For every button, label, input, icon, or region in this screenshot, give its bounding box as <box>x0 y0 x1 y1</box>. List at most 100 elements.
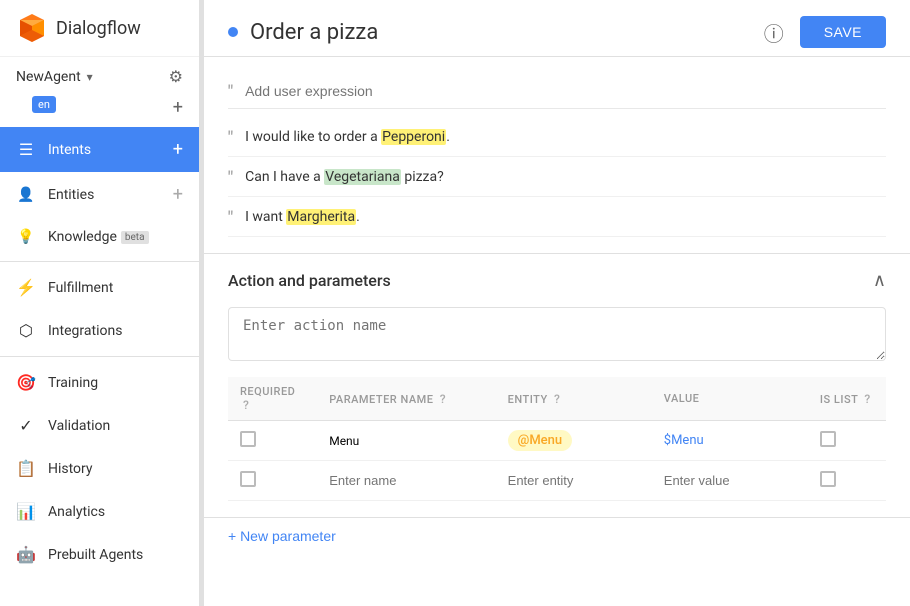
sidebar-item-entities[interactable]: 👤 Entities + <box>0 172 199 217</box>
sidebar-item-history-label: History <box>48 461 183 477</box>
entity-tag-1[interactable]: @Menu <box>508 430 572 451</box>
dropdown-arrow-icon[interactable]: ▾ <box>87 70 93 84</box>
table-row-1: Menu @Menu $Menu <box>228 421 886 461</box>
action-name-input[interactable] <box>228 307 886 361</box>
sidebar-item-fulfillment-label: Fulfillment <box>48 280 183 296</box>
highlight-pepperoni: Pepperoni <box>381 129 446 145</box>
add-lang-button[interactable]: + <box>173 97 183 118</box>
th-entity: ENTITY ? <box>496 377 652 421</box>
fulfillment-icon: ⚡ <box>16 278 36 297</box>
expression-text-1: I would like to order a Pepperoni. <box>245 129 450 145</box>
gear-icon[interactable]: ⚙ <box>169 67 183 86</box>
logo-text: Dialogflow <box>56 18 141 39</box>
sidebar-item-fulfillment[interactable]: ⚡ Fulfillment <box>0 266 199 309</box>
entities-icon: 👤 <box>16 187 36 203</box>
sidebar-item-entities-label: Entities <box>48 187 173 203</box>
required-checkbox-2[interactable] <box>240 471 256 487</box>
content-area: " " I would like to order a Pepperoni. "… <box>204 57 910 606</box>
sidebar-item-training[interactable]: 🎯 Training <box>0 361 199 404</box>
sidebar-item-knowledge-label: Knowledgebeta <box>48 229 183 245</box>
param-name-help-icon[interactable]: ? <box>440 392 446 406</box>
training-icon: 🎯 <box>16 373 36 392</box>
lang-badge[interactable]: en <box>32 96 56 113</box>
value-link-1[interactable]: $Menu <box>664 433 704 448</box>
th-value: VALUE <box>652 377 808 421</box>
info-icon[interactable]: ⓘ <box>764 18 784 47</box>
quote-icon-2: " <box>228 167 233 186</box>
parameters-table: REQUIRED ? PARAMETER NAME ? ENTITY ? V <box>228 377 886 501</box>
action-section: Action and parameters ∧ REQUIRED ? PARAM… <box>204 254 910 517</box>
sidebar-item-validation[interactable]: ✓ Validation <box>0 404 199 447</box>
beta-badge: beta <box>121 231 149 244</box>
sidebar-divider-2 <box>0 356 199 357</box>
top-bar: Order a pizza ⓘ SAVE <box>204 0 910 57</box>
analytics-icon: 📊 <box>16 502 36 521</box>
new-parameter-button[interactable]: + New parameter <box>228 528 336 544</box>
sidebar-item-training-label: Training <box>48 375 183 391</box>
quote-icon: " <box>228 81 233 100</box>
expression-text-2: Can I have a Vegetariana pizza? <box>245 169 444 185</box>
td-islist-1 <box>808 421 886 461</box>
td-value-2 <box>652 461 808 501</box>
table-header-row: REQUIRED ? PARAMETER NAME ? ENTITY ? V <box>228 377 886 421</box>
active-status-dot <box>228 27 238 37</box>
td-entity-2 <box>496 461 652 501</box>
td-required-2 <box>228 461 317 501</box>
highlight-margherita: Margherita <box>286 209 356 225</box>
islist-help-icon[interactable]: ? <box>864 392 870 406</box>
td-param-name-2 <box>317 461 495 501</box>
table-row-2 <box>228 461 886 501</box>
section-title: Action and parameters <box>228 271 391 290</box>
sidebar-item-integrations[interactable]: ⬡ Integrations <box>0 309 199 352</box>
page-title: Order a pizza <box>250 20 378 45</box>
quote-icon-3: " <box>228 207 233 226</box>
agent-row: NewAgent ▾ ⚙ <box>0 57 199 96</box>
sidebar-item-validation-label: Validation <box>48 418 183 434</box>
sidebar-item-knowledge[interactable]: 💡 Knowledgebeta <box>0 217 199 257</box>
integrations-icon: ⬡ <box>16 321 36 340</box>
entity-input-2[interactable] <box>508 473 640 488</box>
sidebar-logo: Dialogflow <box>0 0 199 57</box>
islist-checkbox-2[interactable] <box>820 471 836 487</box>
entity-help-icon[interactable]: ? <box>554 392 560 406</box>
td-required-1 <box>228 421 317 461</box>
expression-row-3: " I want Margherita. <box>228 197 886 237</box>
dialogflow-logo-icon <box>16 12 48 44</box>
sidebar-item-prebuilt[interactable]: 🤖 Prebuilt Agents <box>0 533 199 576</box>
add-entity-button[interactable]: + <box>173 184 183 205</box>
add-expression-input[interactable] <box>245 83 886 99</box>
required-checkbox-1[interactable] <box>240 431 256 447</box>
expression-row-2: " Can I have a Vegetariana pizza? <box>228 157 886 197</box>
section-header: Action and parameters ∧ <box>228 270 886 291</box>
save-button[interactable]: SAVE <box>800 16 886 48</box>
sidebar-item-analytics[interactable]: 📊 Analytics <box>0 490 199 533</box>
validation-icon: ✓ <box>16 416 36 435</box>
th-islist: IS LIST ? <box>808 377 886 421</box>
collapse-button[interactable]: ∧ <box>873 270 886 291</box>
sidebar-item-prebuilt-label: Prebuilt Agents <box>48 547 183 563</box>
sidebar-item-history[interactable]: 📋 History <box>0 447 199 490</box>
expression-text-3: I want Margherita. <box>245 209 360 225</box>
add-intent-button[interactable]: + <box>173 139 183 160</box>
sidebar-item-analytics-label: Analytics <box>48 504 183 520</box>
expressions-section: " " I would like to order a Pepperoni. "… <box>204 57 910 254</box>
main-content: Order a pizza ⓘ SAVE " " I would like to… <box>204 0 910 606</box>
highlight-vegetariana: Vegetariana <box>324 169 401 185</box>
td-param-name-1: Menu <box>317 421 495 461</box>
th-required: REQUIRED ? <box>228 377 317 421</box>
sidebar-item-integrations-label: Integrations <box>48 323 183 339</box>
prebuilt-icon: 🤖 <box>16 545 36 564</box>
islist-checkbox-1[interactable] <box>820 431 836 447</box>
value-input-2[interactable] <box>664 473 796 488</box>
td-value-1: $Menu <box>652 421 808 461</box>
param-name-value-1: Menu <box>329 434 359 448</box>
agent-name[interactable]: NewAgent <box>16 69 81 85</box>
quote-icon-1: " <box>228 127 233 146</box>
sidebar: Dialogflow NewAgent ▾ ⚙ en + ☰ Intents +… <box>0 0 200 606</box>
history-icon: 📋 <box>16 459 36 478</box>
add-expression-row: " <box>228 73 886 109</box>
param-name-input-2[interactable] <box>329 473 483 488</box>
required-help-icon[interactable]: ? <box>243 398 249 412</box>
sidebar-item-intents[interactable]: ☰ Intents + <box>0 127 199 172</box>
new-param-row: + New parameter <box>204 517 910 555</box>
